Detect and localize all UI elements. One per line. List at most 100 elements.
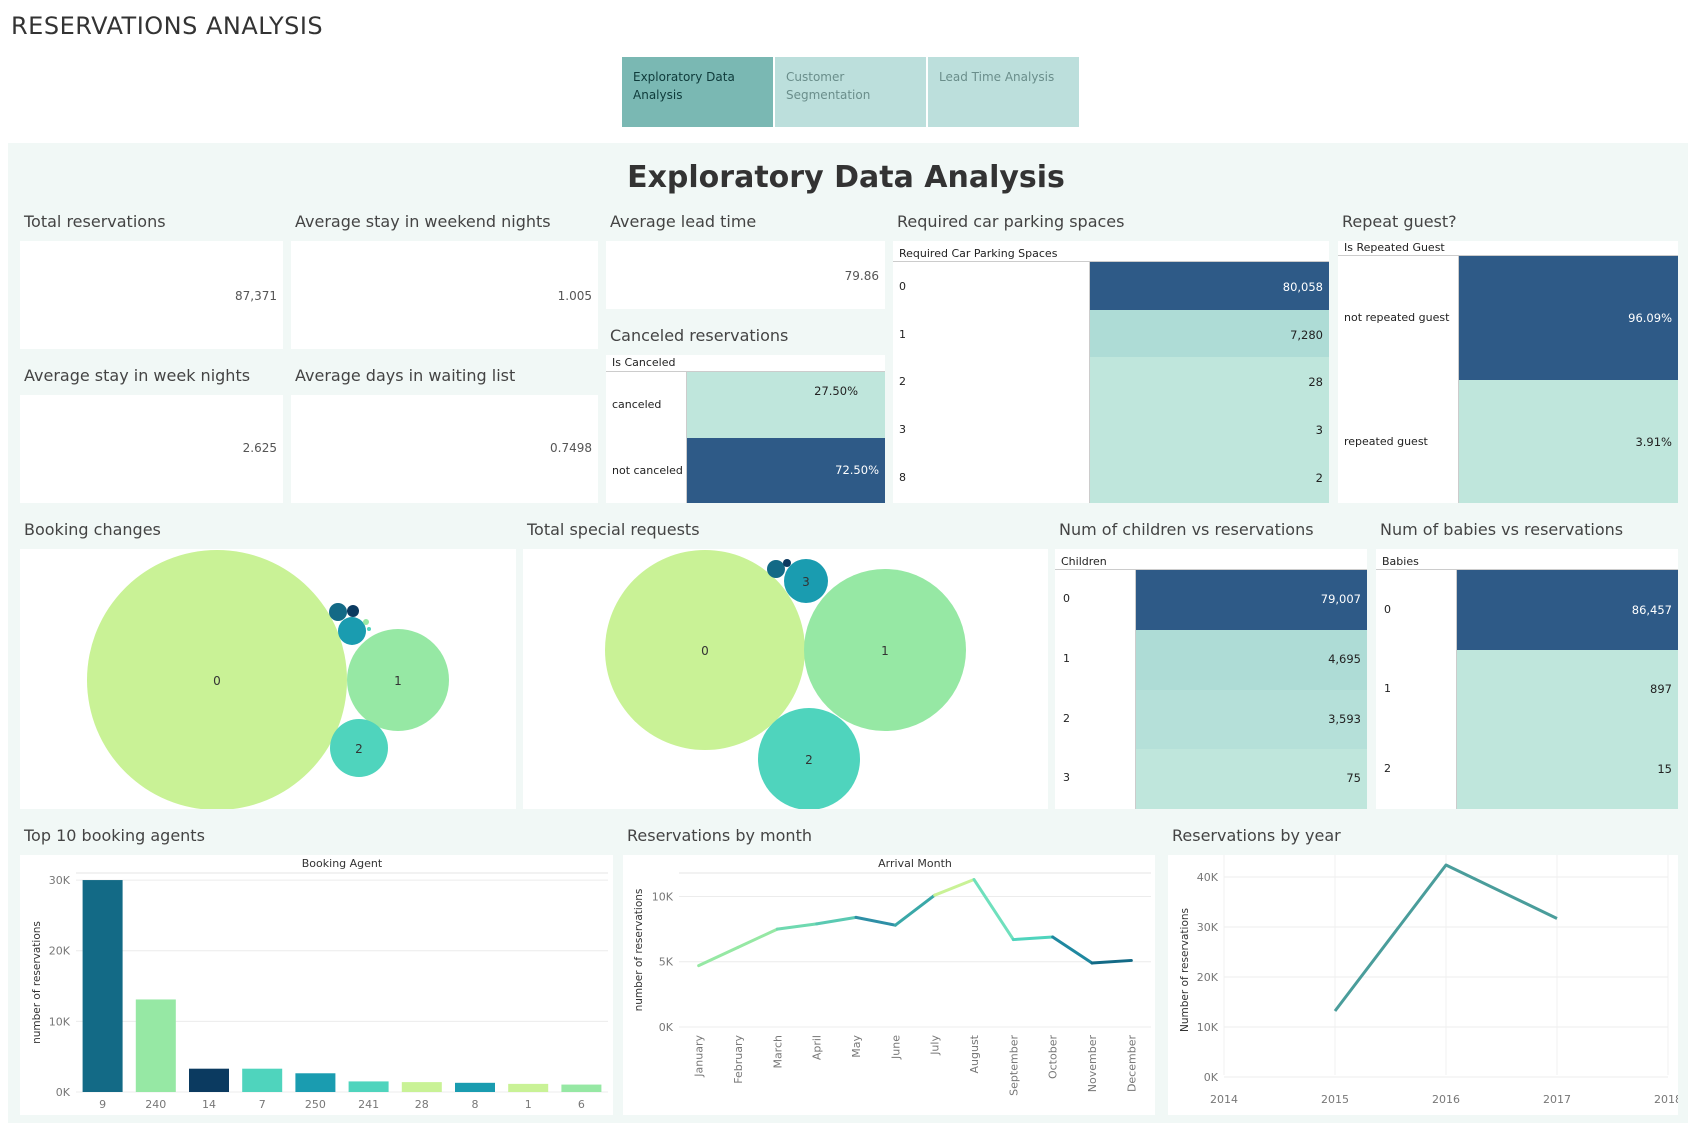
babies-title: Num of babies vs reservations <box>1380 520 1624 539</box>
children-table: Children 0 79,007 1 4,695 2 3,593 3 75 <box>1055 549 1367 809</box>
bar-8 <box>455 1082 495 1092</box>
line-segment <box>933 878 976 897</box>
x-tick-label: 7 <box>259 1098 266 1111</box>
canceled-bar[interactable] <box>687 372 885 438</box>
y-tick-label: 30K <box>1197 921 1219 934</box>
agents-chart-card: Booking Agent 0K 10K 20K 30K number of reserv… <box>20 855 613 1115</box>
year-line-chart: 0K 10K 20K 30K 40K 2014 2015 2016 2017 2018 Number… <box>1179 855 1682 1106</box>
y-axis-label: number of reservations <box>31 921 43 1044</box>
babies-row-label: 0 <box>1384 603 1391 616</box>
parking-bar-rest[interactable] <box>1090 357 1329 503</box>
x-tick-label: 2014 <box>1210 1093 1238 1106</box>
children-title: Num of children vs reservations <box>1059 520 1314 539</box>
special-requests-chart: 0 1 2 3 <box>523 549 1048 809</box>
repeated-guest-value: 3.91% <box>1635 435 1672 449</box>
kpi-avg-waiting-card: 0.7498 <box>291 395 598 503</box>
special-requests-bubbles: 0 1 2 3 <box>605 550 966 809</box>
y-tick-label: 10K <box>49 1015 71 1028</box>
bubble-0-label: 0 <box>701 644 709 658</box>
x-tick-label: 2016 <box>1432 1093 1460 1106</box>
bubble-5[interactable] <box>347 605 359 617</box>
bar-250 <box>295 1073 336 1092</box>
y-tick-label: 10K <box>1197 1021 1219 1034</box>
tab-customer-segmentation[interactable]: Customer Segmentation <box>775 57 926 127</box>
babies-bar-rest[interactable] <box>1457 650 1678 809</box>
bubble-5[interactable] <box>783 559 791 567</box>
kpi-avg-weekend-value: 1.005 <box>557 289 592 303</box>
line-segment <box>1090 958 1133 965</box>
x-tick-label: 28 <box>415 1098 429 1111</box>
bubble-4[interactable] <box>329 603 347 621</box>
bar-241 <box>348 1081 389 1092</box>
tab-exploratory-data-analysis[interactable]: Exploratory Data Analysis <box>622 57 773 127</box>
x-tick-label: 6 <box>578 1098 585 1111</box>
children-row-value: 79,007 <box>1320 592 1361 606</box>
x-tick-label: October <box>1047 1035 1060 1079</box>
babies-row-value: 86,457 <box>1631 603 1672 617</box>
kpi-avg-waiting-title: Average days in waiting list <box>295 366 516 385</box>
canceled-header: Is Canceled <box>612 356 676 369</box>
parking-title: Required car parking spaces <box>897 212 1125 231</box>
children-row-label: 1 <box>1063 652 1070 665</box>
y-axis-label: number of reservations <box>633 889 645 1012</box>
kpi-avg-week-value: 2.625 <box>242 441 277 455</box>
bar-240 <box>135 999 176 1092</box>
parking-row-value: 28 <box>1308 375 1323 389</box>
y-tick-label: 5K <box>659 956 674 969</box>
children-row-value: 4,695 <box>1328 652 1361 666</box>
bubble-3[interactable] <box>338 617 366 645</box>
bar-6 <box>561 1084 602 1092</box>
parking-header: Required Car Parking Spaces <box>899 247 1058 260</box>
x-tick-label: 241 <box>358 1098 379 1111</box>
parking-row-label: 0 <box>899 280 906 293</box>
babies-row-label: 2 <box>1384 762 1391 775</box>
kpi-avg-lead-card: 79.86 <box>606 241 885 309</box>
canceled-row-label: canceled <box>612 398 662 411</box>
children-row-label: 3 <box>1063 771 1070 784</box>
tab-lead-time-analysis[interactable]: Lead Time Analysis <box>928 57 1079 127</box>
booking-changes-chart: 0 1 2 <box>20 549 516 809</box>
x-tick-label: 250 <box>305 1098 326 1111</box>
children-bar-3[interactable] <box>1136 749 1367 809</box>
babies-row-value: 15 <box>1657 762 1672 776</box>
children-header: Children <box>1061 555 1107 568</box>
bar-7 <box>242 1068 283 1092</box>
app-title: RESERVATIONS ANALYSIS <box>11 12 324 40</box>
line-segment <box>854 915 897 927</box>
canceled-title: Canceled reservations <box>610 326 789 345</box>
bubble-4[interactable] <box>767 560 785 578</box>
children-row-label: 2 <box>1063 712 1070 725</box>
month-panel-title: Reservations by month <box>627 826 812 845</box>
x-tick-label: June <box>889 1035 902 1060</box>
not-canceled-row-label: not canceled <box>612 464 683 477</box>
y-tick-label: 0K <box>1204 1071 1219 1084</box>
x-tick-label: May <box>850 1035 863 1058</box>
x-tick-label: 1 <box>525 1098 532 1111</box>
bubble-7[interactable] <box>367 627 371 631</box>
dashboard-title: Exploratory Data Analysis <box>627 160 1065 195</box>
bubble-6[interactable] <box>363 619 369 625</box>
line-segment <box>775 922 819 931</box>
not-repeated-guest-label: not repeated guest <box>1344 311 1450 324</box>
y-axis-label: Number of reservations <box>1179 908 1191 1032</box>
children-row-value: 3,593 <box>1328 712 1361 726</box>
canceled-row-value: 27.50% <box>814 384 858 398</box>
bubble-1-label: 1 <box>881 644 889 658</box>
kpi-avg-lead-title: Average lead time <box>610 212 757 231</box>
line-segment <box>736 927 779 949</box>
repeated-guest-label: repeated guest <box>1344 435 1428 448</box>
month-line-chart: Arrival Month 0K 5K 10K number of reservatio… <box>633 857 1151 1096</box>
x-tick-label: 240 <box>145 1098 166 1111</box>
repeat-header: Is Repeated Guest <box>1344 241 1445 254</box>
x-tick-label: December <box>1125 1035 1138 1093</box>
x-tick-label: August <box>968 1034 981 1073</box>
agents-bar-chart: Booking Agent 0K 10K 20K 30K number of reserv… <box>31 857 608 1111</box>
bubble-3-label: 3 <box>802 575 810 589</box>
not-repeated-guest-value: 96.09% <box>1628 311 1672 325</box>
y-tick-label: 0K <box>659 1021 674 1034</box>
line-segment <box>1011 935 1055 942</box>
bar-14 <box>189 1068 229 1092</box>
line-segment <box>815 915 858 926</box>
y-tick-label: 0K <box>56 1086 71 1099</box>
agents-panel-title: Top 10 booking agents <box>24 826 205 845</box>
